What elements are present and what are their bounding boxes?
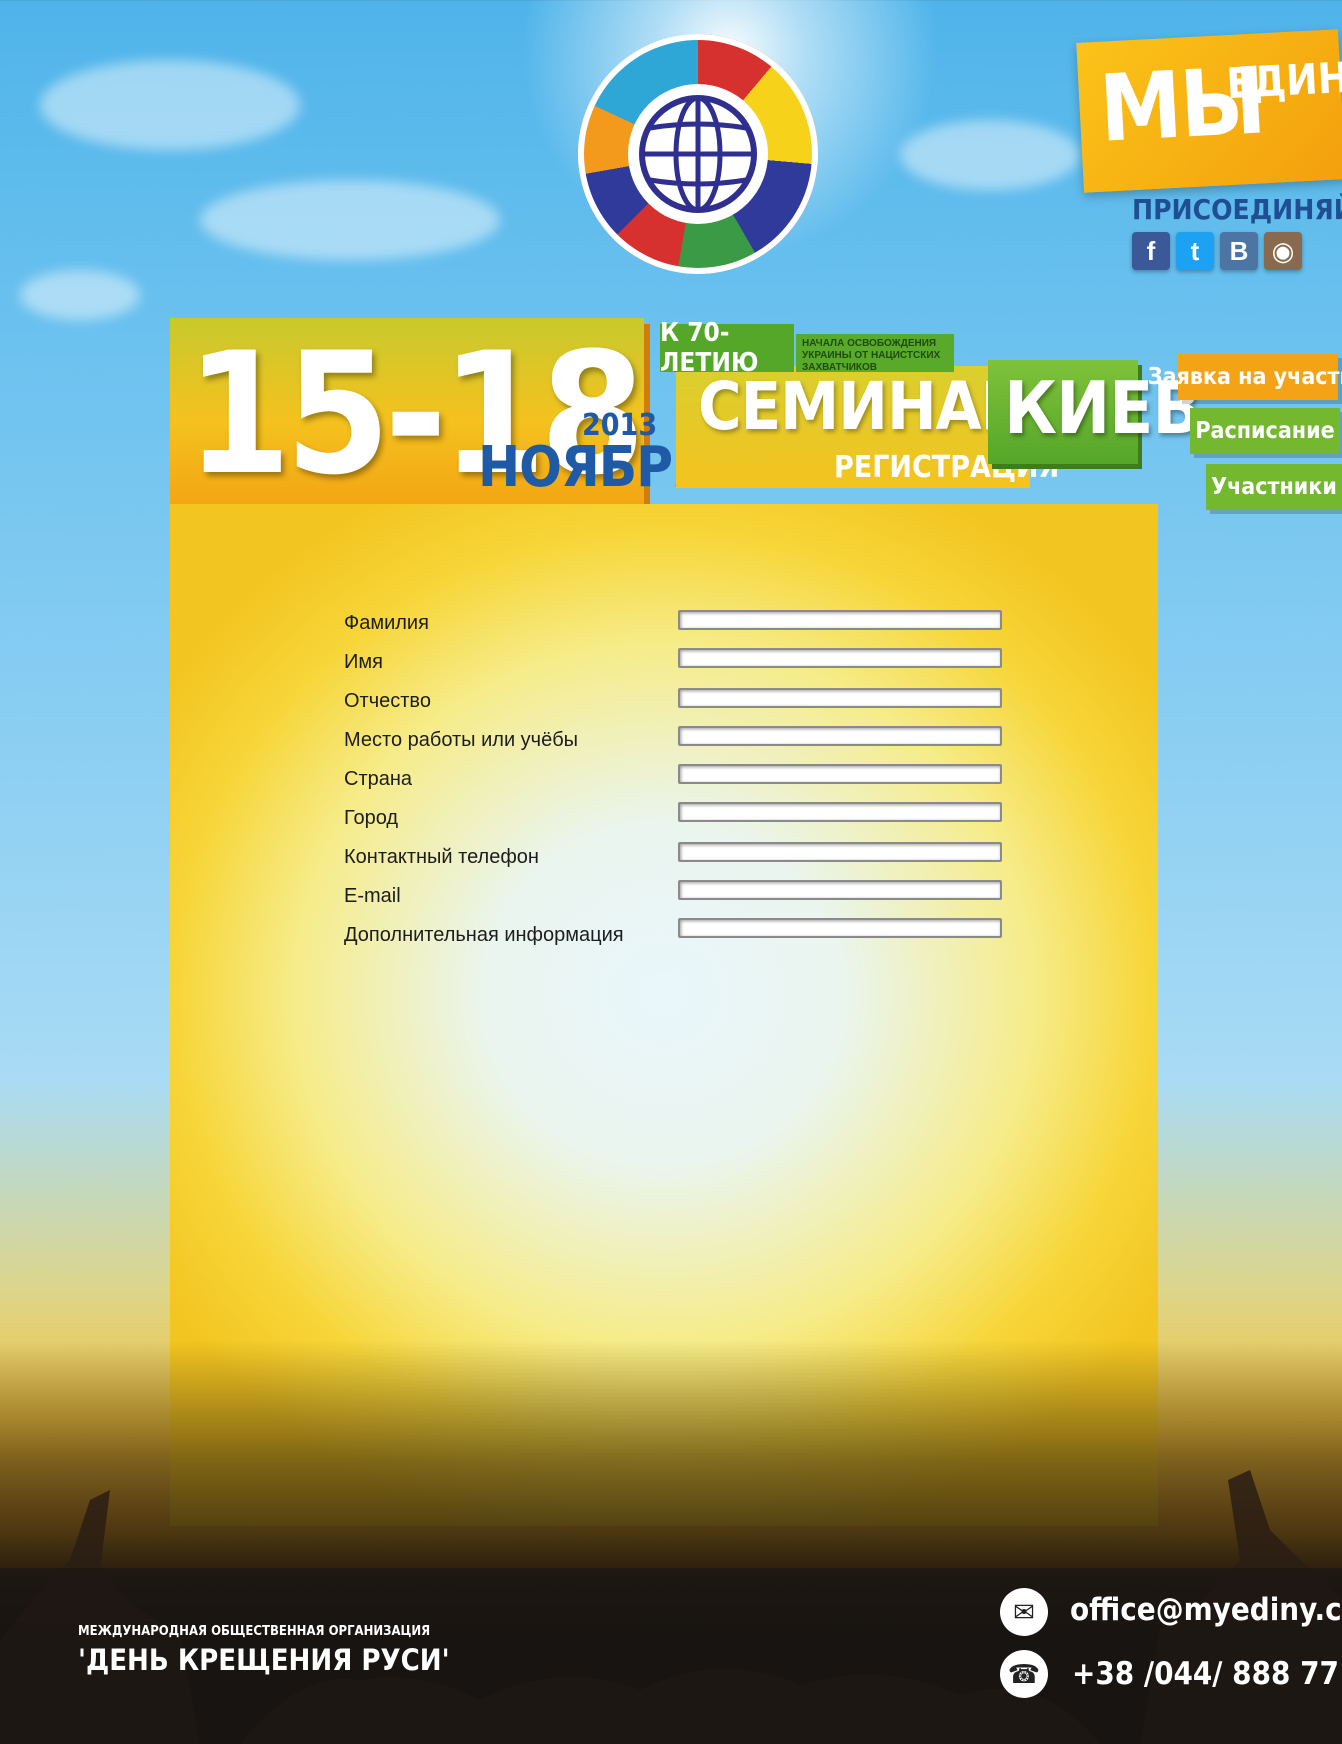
cloud bbox=[900, 120, 1080, 190]
label-email: E-mail bbox=[344, 885, 401, 907]
vkontakte-icon[interactable]: В bbox=[1220, 232, 1258, 270]
label-city: Город bbox=[344, 807, 399, 829]
telephone-icon: ☎ bbox=[1000, 1650, 1048, 1698]
surname-input[interactable] bbox=[678, 610, 1002, 630]
twitter-icon[interactable]: t bbox=[1176, 232, 1214, 270]
unity-banner: МЫ ЕДИНЫ! bbox=[1076, 29, 1342, 193]
join-label: ПРИСОЕДИНЯЙСЯ! bbox=[1132, 193, 1342, 226]
nav-application[interactable]: Заявка на участие bbox=[1148, 354, 1342, 400]
label-surname: Фамилия bbox=[344, 612, 429, 634]
label-phone: Контактный телефон bbox=[344, 846, 539, 868]
globe-icon bbox=[628, 84, 768, 224]
cloud bbox=[40, 60, 300, 150]
org-description: МЕЖДУНАРОДНАЯ ОБЩЕСТВЕННАЯ ОРГАНИЗАЦИЯ bbox=[78, 1624, 431, 1639]
instagram-icon[interactable]: ◉ bbox=[1264, 232, 1302, 270]
cloud bbox=[200, 180, 500, 260]
event-type: СЕМИНАР bbox=[698, 368, 1024, 445]
org-name: 'ДЕНЬ КРЕЩЕНИЯ РУСИ' bbox=[78, 1643, 450, 1677]
label-country: Страна bbox=[344, 768, 413, 790]
workplace-input[interactable] bbox=[678, 726, 1002, 746]
nav-schedule[interactable]: Расписание bbox=[1190, 408, 1340, 454]
city-input[interactable] bbox=[678, 802, 1002, 822]
label-workplace: Место работы или учёбы bbox=[344, 729, 579, 751]
label-first-name: Имя bbox=[344, 651, 383, 673]
anniversary-badge: К 70-ЛЕТИЮ bbox=[660, 318, 794, 378]
anniversary-note: НАЧАЛА ОСВОБОЖДЕНИЯ УКРАИНЫ ОТ НАЦИСТСКИ… bbox=[796, 334, 954, 373]
patronymic-input[interactable] bbox=[678, 688, 1002, 708]
facebook-icon[interactable]: f bbox=[1132, 232, 1170, 270]
country-input[interactable] bbox=[678, 764, 1002, 784]
nav-participants[interactable]: Участники bbox=[1206, 464, 1342, 510]
label-patronymic: Отчество bbox=[344, 690, 431, 712]
cloud bbox=[20, 270, 140, 320]
contact-email[interactable]: office@myediny.com bbox=[1070, 1592, 1342, 1628]
label-additional-info: Дополнительная информация bbox=[344, 924, 624, 946]
contact-phone: +38 /044/ 888 77 66 bbox=[1072, 1656, 1342, 1692]
banner-edinye-text: ЕДИНЫ! bbox=[1225, 49, 1342, 109]
email-input[interactable] bbox=[678, 880, 1002, 900]
envelope-icon: ✉ bbox=[1000, 1588, 1048, 1636]
first-name-input[interactable] bbox=[678, 648, 1002, 668]
phone-input[interactable] bbox=[678, 842, 1002, 862]
additional-info-input[interactable] bbox=[678, 918, 1002, 938]
organization-logo bbox=[578, 34, 818, 274]
